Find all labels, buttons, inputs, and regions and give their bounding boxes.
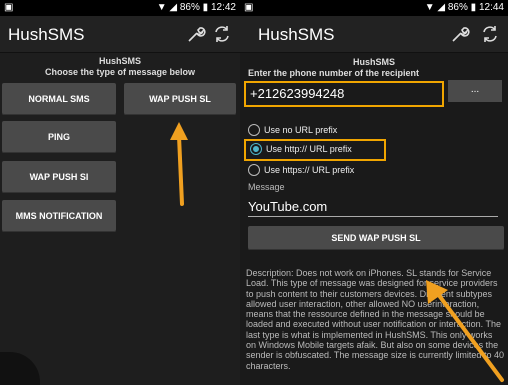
message-input[interactable]: YouTube.com	[248, 198, 498, 217]
radio-no-prefix[interactable]: Use no URL prefix	[248, 122, 337, 138]
refresh-icon[interactable]	[212, 24, 232, 44]
signal-icon: ◢	[437, 2, 446, 13]
clock: 12:42	[210, 2, 236, 13]
app-bar: HushSMS	[240, 16, 508, 53]
wap-push-si-button[interactable]: WAP PUSH SI	[2, 161, 116, 193]
section-subtitle: Choose the type of message below	[44, 67, 196, 77]
wifi-icon: ▼	[424, 2, 435, 13]
signal-icon: ◢	[169, 2, 178, 13]
left-screen: ▣ ▼ ◢ 86% ▮ 12:42 HushSMS HushSMS Choose…	[0, 0, 240, 385]
arrow-annotation	[170, 122, 188, 206]
message-label: Message	[248, 182, 285, 192]
wifi-icon: ▼	[156, 2, 167, 13]
radio-circle-icon	[248, 123, 260, 136]
notification-icon: ▣	[4, 2, 14, 13]
contacts-picker-button[interactable]: ...	[448, 80, 502, 102]
wap-push-sl-button[interactable]: WAP PUSH SL	[124, 83, 236, 115]
radio-circle-selected-icon	[250, 142, 262, 155]
notification-icon: ▣	[244, 2, 254, 13]
ping-button[interactable]: PING	[2, 121, 116, 153]
battery-percent: 86%	[447, 2, 468, 13]
wrench-icon[interactable]	[186, 24, 206, 44]
mms-notification-button[interactable]: MMS NOTIFICATION	[2, 200, 116, 232]
radio-label: Use https:// URL prefix	[264, 165, 355, 175]
right-screen: ▣ ▼ ◢ 86% ▮ 12:44 HushSMS HushSMS Enter …	[240, 0, 508, 385]
clock: 12:44	[478, 2, 504, 13]
normal-sms-button[interactable]: NORMAL SMS	[2, 83, 116, 115]
radio-circle-icon	[248, 163, 260, 176]
section-subtitle: Enter the phone number of the recipient	[248, 68, 420, 78]
battery-percent: 86%	[179, 2, 200, 13]
app-title: HushSMS	[258, 25, 335, 44]
wrench-icon[interactable]	[450, 24, 470, 44]
arrow-annotation	[426, 280, 504, 382]
status-bar: ▣ ▼ ◢ 86% ▮ 12:42	[0, 0, 240, 16]
battery-icon: ▮	[202, 2, 209, 13]
battery-icon: ▮	[470, 2, 477, 13]
radio-https-prefix[interactable]: Use https:// URL prefix	[248, 162, 354, 178]
radio-label: Use http:// URL prefix	[266, 144, 352, 154]
radio-http-prefix[interactable]: Use http:// URL prefix	[244, 139, 386, 161]
app-bar: HushSMS	[0, 16, 240, 53]
corner-shade	[0, 352, 40, 385]
send-wap-push-sl-button[interactable]: SEND WAP PUSH SL	[248, 226, 504, 250]
app-title: HushSMS	[8, 25, 85, 44]
refresh-icon[interactable]	[480, 24, 500, 44]
status-bar: ▣ ▼ ◢ 86% ▮ 12:44	[240, 0, 508, 16]
section-title: HushSMS	[98, 56, 141, 66]
section-title: HushSMS	[352, 57, 395, 67]
radio-label: Use no URL prefix	[264, 125, 338, 135]
phone-number-input[interactable]: +212623994248	[244, 81, 444, 107]
